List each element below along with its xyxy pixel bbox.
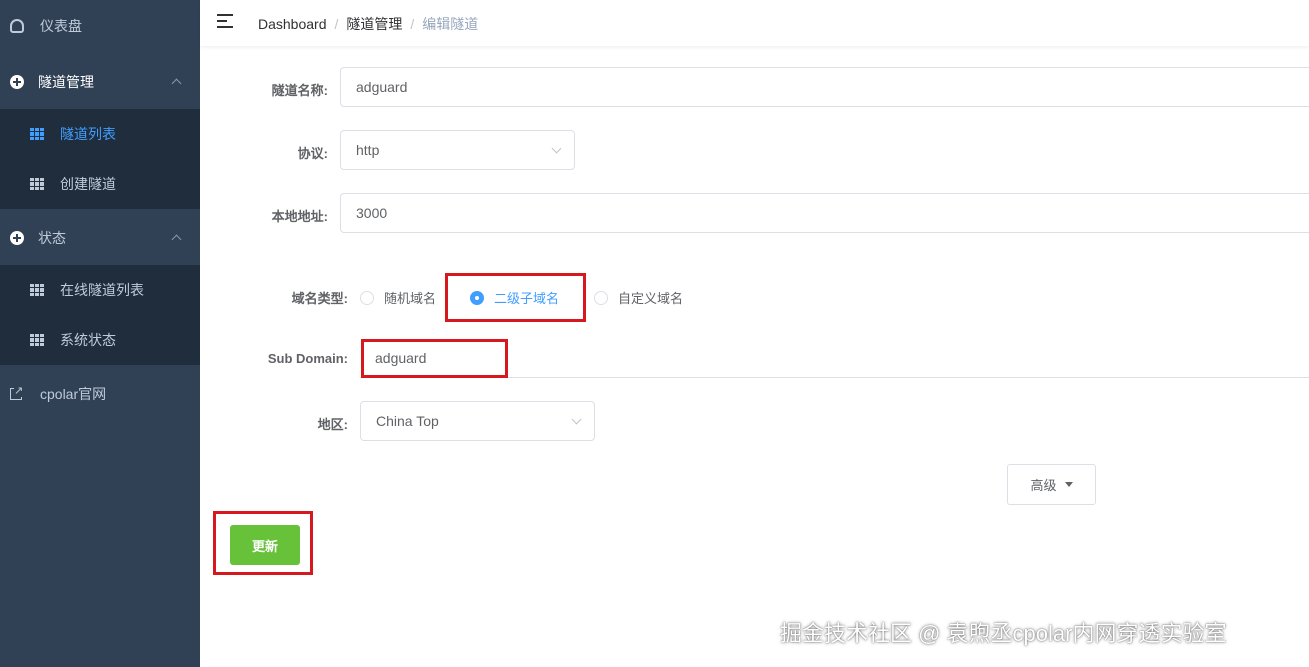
menu-toggle-icon[interactable] [217, 14, 233, 28]
sidebar-item-status[interactable]: 状态 [0, 212, 200, 264]
sidebar-item-label: 系统状态 [60, 332, 116, 348]
sidebar-item-tunnel-list[interactable]: 隧道列表 [0, 109, 200, 159]
breadcrumb-separator: / [410, 16, 415, 32]
sidebar-item-system-status[interactable]: 系统状态 [0, 315, 200, 365]
table-icon [30, 334, 44, 346]
sidebar-item-label: 状态 [38, 230, 66, 246]
protocol-value: http [356, 142, 380, 158]
plus-circle-icon [10, 231, 24, 245]
table-icon [30, 128, 44, 140]
sidebar: 仪表盘 隧道管理 隧道列表 创建隧道 状态 在线隧道列表 系统状态 cp [0, 0, 200, 667]
radio-circle-icon [360, 290, 374, 305]
region-value: China Top [376, 413, 439, 429]
chevron-down-icon [551, 143, 562, 154]
sidebar-item-label: 创建隧道 [60, 176, 116, 192]
highlight-box [445, 273, 586, 322]
chevron-up-icon [171, 78, 182, 89]
submenu-status: 在线隧道列表 系统状态 [0, 265, 200, 365]
sidebar-item-label: cpolar官网 [40, 386, 107, 402]
local-address-value: 3000 [356, 205, 388, 221]
radio-custom-domain[interactable]: 自定义域名 [594, 288, 683, 307]
protocol-select[interactable]: http [340, 130, 575, 170]
highlight-box [361, 339, 508, 378]
tunnel-name-label: 隧道名称: [271, 83, 328, 98]
subdomain-label: Sub Domain: [267, 351, 348, 366]
domain-type-label: 域名类型: [291, 291, 348, 306]
dashboard-icon [10, 19, 24, 33]
breadcrumb-current: 编辑隧道 [422, 16, 479, 32]
breadcrumb: Dashboard / 隧道管理 / 编辑隧道 [258, 14, 478, 34]
region-label: 地区: [317, 417, 348, 432]
chevron-up-icon [171, 234, 182, 245]
protocol-label: 协议: [297, 146, 328, 161]
sidebar-item-label: 隧道列表 [60, 126, 116, 142]
external-link-icon [10, 384, 24, 400]
radio-circle-icon [594, 290, 608, 305]
sidebar-item-label: 隧道管理 [38, 74, 94, 90]
advanced-button[interactable]: 高级 [1007, 464, 1096, 505]
sidebar-item-cpolar-website[interactable]: cpolar官网 [0, 368, 200, 420]
radio-label: 随机域名 [384, 291, 437, 306]
highlight-box [213, 511, 313, 575]
plus-circle-icon [10, 75, 24, 89]
breadcrumb-separator: / [334, 16, 339, 32]
advanced-button-label: 高级 [1030, 478, 1057, 493]
chevron-down-icon [571, 414, 582, 425]
top-header: Dashboard / 隧道管理 / 编辑隧道 [200, 0, 1309, 46]
radio-label: 自定义域名 [618, 291, 684, 306]
sidebar-item-create-tunnel[interactable]: 创建隧道 [0, 159, 200, 209]
radio-random-domain[interactable]: 随机域名 [360, 288, 436, 307]
tunnel-name-value: adguard [356, 79, 408, 95]
region-select[interactable]: China Top [360, 401, 595, 441]
breadcrumb-home[interactable]: Dashboard [258, 16, 327, 32]
caret-down-icon [1064, 482, 1073, 487]
watermark: 掘金技术社区 @ 袁煦丞cpolar内网穿透实验室 [780, 621, 1227, 646]
sidebar-item-label: 在线隧道列表 [60, 282, 144, 298]
sidebar-item-label: 仪表盘 [40, 18, 82, 34]
table-icon [30, 284, 44, 296]
tunnel-name-input[interactable]: adguard [340, 67, 1309, 107]
breadcrumb-parent[interactable]: 隧道管理 [346, 16, 402, 32]
table-icon [30, 178, 44, 190]
sidebar-item-online-tunnels[interactable]: 在线隧道列表 [0, 265, 200, 315]
submenu-tunnels: 隧道列表 创建隧道 [0, 109, 200, 209]
sidebar-item-dashboard[interactable]: 仪表盘 [0, 0, 200, 52]
sidebar-item-tunnel-management[interactable]: 隧道管理 [0, 56, 200, 108]
local-address-label: 本地地址: [271, 209, 328, 224]
local-address-input[interactable]: 3000 [340, 193, 1309, 233]
